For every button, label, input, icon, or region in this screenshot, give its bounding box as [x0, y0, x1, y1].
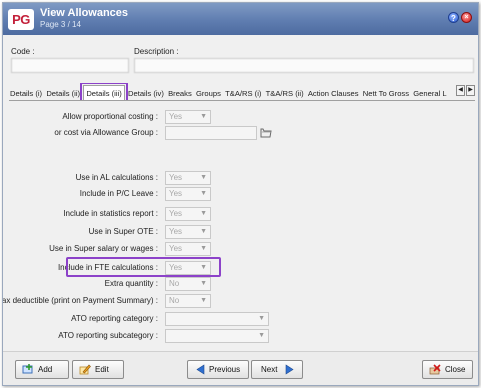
button-bar: Add Edit Previous Next Close	[3, 351, 478, 385]
row-pc-leave: Include in P/C Leave : Yes ▼	[3, 187, 478, 201]
row-super-ote: Use in Super OTE : Yes ▼	[3, 225, 478, 239]
edit-pencil-icon	[79, 364, 91, 375]
pc-leave-select[interactable]: Yes ▼	[165, 187, 211, 201]
details-iii-form: Allow proportional costing : Yes ▼ or co…	[3, 101, 478, 347]
row-ato-subcategory: ATO reporting subcategory : ▼	[3, 329, 478, 343]
next-button-label: Next	[261, 365, 278, 374]
description-label: Description :	[134, 47, 179, 56]
chevron-down-icon: ▼	[200, 210, 207, 217]
ato-subcategory-select[interactable]: ▼	[165, 329, 269, 343]
arrow-right-icon	[285, 364, 294, 375]
cost-via-group-label: or cost via Allowance Group :	[54, 128, 158, 137]
tab-ta-rs-i[interactable]: T&A/RS (i)	[224, 86, 262, 100]
close-button[interactable]: Close	[422, 360, 473, 379]
stats-report-label: Include in statistics report :	[63, 209, 158, 218]
page-indicator: Page 3 / 14	[40, 20, 81, 29]
close-button-label: Close	[445, 365, 466, 374]
tab-action-clauses[interactable]: Action Clauses	[307, 86, 360, 100]
tax-deductible-select[interactable]: No ▼	[165, 294, 211, 308]
row-super-salary: Use in Super salary or wages : Yes ▼	[3, 242, 478, 256]
row-cost-via-group: or cost via Allowance Group :	[3, 126, 478, 140]
tab-details-iv[interactable]: Details (iv)	[127, 86, 165, 100]
row-al-calc: Use in AL calculations : Yes ▼	[3, 171, 478, 185]
window-title: View Allowances	[40, 7, 129, 19]
tab-general-ledger[interactable]: General L	[412, 86, 447, 100]
row-fte-calc: Include in FTE calculations : Yes ▼	[3, 257, 478, 277]
pg-logo: PG	[8, 9, 34, 30]
add-record-icon	[22, 364, 33, 374]
row-extra-quantity: Extra quantity : No ▼	[3, 277, 478, 291]
edit-button-label: Edit	[95, 365, 109, 374]
next-button[interactable]: Next	[251, 360, 303, 379]
row-stats-report: Include in statistics report : Yes ▼	[3, 207, 478, 221]
chevron-down-icon: ▼	[258, 332, 265, 339]
al-calc-label: Use in AL calculations :	[75, 173, 158, 182]
row-ato-category: ATO reporting category : ▼	[3, 312, 478, 326]
extra-quantity-select[interactable]: No ▼	[165, 277, 211, 291]
close-door-icon	[429, 364, 441, 375]
tab-scroll-right-icon[interactable]: ▶	[466, 85, 475, 96]
description-field	[134, 58, 474, 73]
ato-category-label: ATO reporting category :	[71, 314, 158, 323]
chevron-down-icon: ▼	[200, 264, 207, 271]
ato-subcategory-label: ATO reporting subcategory :	[58, 331, 158, 340]
tab-details-i[interactable]: Details (i)	[9, 86, 43, 100]
extra-quantity-label: Extra quantity :	[104, 279, 158, 288]
chevron-down-icon: ▼	[200, 245, 207, 252]
tab-breaks[interactable]: Breaks	[167, 86, 193, 100]
super-ote-select[interactable]: Yes ▼	[165, 225, 211, 239]
chevron-down-icon: ▼	[258, 315, 265, 322]
allowance-group-field[interactable]	[165, 126, 257, 140]
close-window-icon[interactable]: ×	[461, 12, 472, 23]
al-calc-select[interactable]: Yes ▼	[165, 171, 211, 185]
row-tax-deductible: Tax deductible (print on Payment Summary…	[3, 294, 478, 308]
title-bar: PG View Allowances Page 3 / 14 ? ×	[3, 3, 478, 35]
help-icon[interactable]: ?	[448, 12, 459, 23]
fte-calc-label: Include in FTE calculations :	[57, 263, 158, 272]
pc-leave-label: Include in P/C Leave :	[79, 189, 158, 198]
chevron-down-icon: ▼	[200, 190, 207, 197]
row-proportional-costing: Allow proportional costing : Yes ▼	[3, 110, 478, 124]
chevron-down-icon: ▼	[200, 297, 207, 304]
tax-deductible-label: Tax deductible (print on Payment Summary…	[2, 296, 158, 305]
super-ote-label: Use in Super OTE :	[88, 227, 158, 236]
chevron-down-icon: ▼	[200, 280, 207, 287]
add-button-label: Add	[38, 365, 53, 374]
fte-calc-select[interactable]: Yes ▼	[165, 261, 211, 275]
stats-report-select[interactable]: Yes ▼	[165, 207, 211, 221]
proportional-costing-select[interactable]: Yes ▼	[165, 110, 211, 124]
previous-button[interactable]: Previous	[187, 360, 249, 379]
tab-groups[interactable]: Groups	[195, 86, 222, 100]
chevron-down-icon: ▼	[200, 113, 207, 120]
tab-nett-to-gross[interactable]: Nett To Gross	[362, 86, 410, 100]
code-label: Code :	[11, 47, 35, 56]
chevron-down-icon: ▼	[200, 228, 207, 235]
folder-icon[interactable]	[260, 127, 272, 138]
ato-category-select[interactable]: ▼	[165, 312, 269, 326]
chevron-down-icon: ▼	[200, 174, 207, 181]
arrow-left-icon	[196, 364, 205, 375]
edit-button[interactable]: Edit	[72, 360, 124, 379]
super-salary-select[interactable]: Yes ▼	[165, 242, 211, 256]
tab-ta-rs-ii[interactable]: T&A/RS (ii)	[265, 86, 305, 100]
proportional-costing-label: Allow proportional costing :	[62, 112, 158, 121]
super-salary-label: Use in Super salary or wages :	[49, 244, 158, 253]
tab-scroll-left-icon[interactable]: ◀	[456, 85, 465, 96]
tab-details-iii[interactable]: Details (iii)	[80, 83, 128, 100]
tab-strip: Details (i) Details (ii) Details (iii) D…	[9, 83, 475, 101]
code-field	[11, 58, 129, 73]
previous-button-label: Previous	[209, 365, 241, 374]
view-allowances-window: PG View Allowances Page 3 / 14 ? × Code …	[2, 2, 479, 386]
tab-details-ii[interactable]: Details (ii)	[45, 86, 81, 100]
add-button[interactable]: Add	[15, 360, 69, 379]
